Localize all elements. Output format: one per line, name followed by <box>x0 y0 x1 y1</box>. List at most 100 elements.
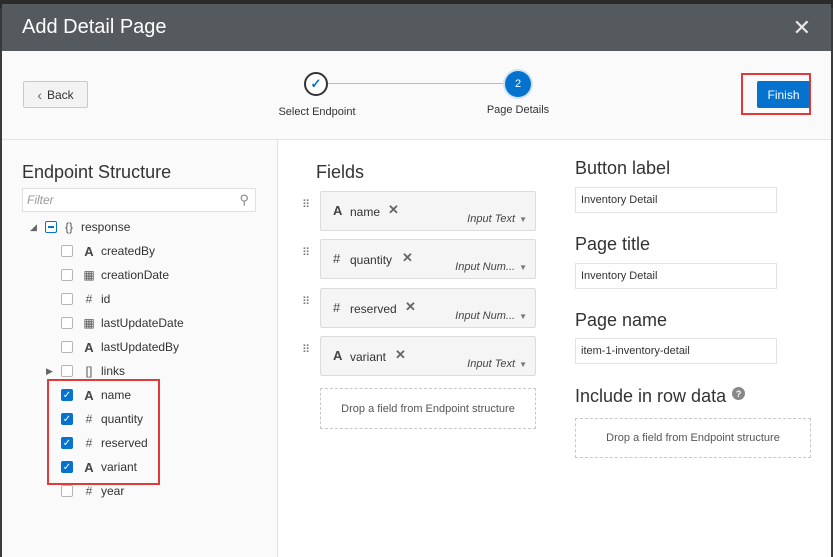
object-icon: {} <box>64 220 73 234</box>
checkbox-year[interactable] <box>61 485 73 497</box>
number-type-icon: # <box>85 292 93 306</box>
selected-fields-highlight-box <box>47 379 160 485</box>
filter-placeholder: Filter <box>27 193 54 207</box>
tree-item-creationdate[interactable]: ▦ creationDate <box>61 265 169 285</box>
dialog-title: Add Detail Page <box>22 16 167 38</box>
tree-item-label: id <box>101 292 111 306</box>
step-page-details-label[interactable]: Page Details <box>475 104 561 116</box>
back-button[interactable]: ‹ Back <box>23 81 88 108</box>
tree-item-label: creationDate <box>101 268 170 282</box>
search-icon[interactable]: ⚲ <box>239 192 249 208</box>
text-type-icon: A <box>84 339 94 355</box>
field-row-variant: ⠿ A variant ✕ Input Text ▼ <box>302 336 538 376</box>
collapse-icon[interactable]: ◢ <box>30 222 40 233</box>
field-type-select[interactable]: Input Num... ▼ <box>455 310 527 322</box>
tree-item-label: lastUpdateDate <box>101 316 184 330</box>
remove-icon[interactable]: ✕ <box>388 202 399 218</box>
checkmark-icon: ✓ <box>310 76 322 91</box>
field-name: name <box>350 205 381 219</box>
field-type-value: Input Text <box>467 358 516 370</box>
field-type-select[interactable]: Input Text ▼ <box>467 358 527 370</box>
text-type-icon: A <box>84 243 94 259</box>
tree-item-createdby[interactable]: A createdBy <box>61 241 155 261</box>
calendar-icon: ▦ <box>83 316 95 330</box>
tree-item-lastupdatedate[interactable]: ▦ lastUpdateDate <box>61 313 184 333</box>
chevron-left-icon: ‹ <box>37 86 42 103</box>
page-name-input[interactable]: item-1-inventory-detail <box>575 338 777 364</box>
field-card-reserved[interactable]: # reserved ✕ Input Num... ▼ <box>320 288 536 328</box>
tree-item-id[interactable]: # id <box>61 289 110 309</box>
step-number: 2 <box>514 78 522 90</box>
fields-heading: Fields <box>316 162 365 182</box>
finish-button[interactable]: Finish <box>757 81 810 108</box>
tree-root-response[interactable]: ◢ {} response <box>30 217 130 237</box>
number-type-icon: # <box>333 251 341 266</box>
remove-icon[interactable]: ✕ <box>402 250 413 266</box>
help-icon[interactable]: ? <box>732 387 746 400</box>
page-name-heading: Page name <box>575 310 668 330</box>
button-label-heading: Button label <box>575 158 671 178</box>
fields-dropzone[interactable]: Drop a field from Endpoint structure <box>320 388 536 429</box>
page-title-heading: Page title <box>575 234 651 254</box>
calendar-icon: ▦ <box>83 268 95 282</box>
step-select-endpoint-label[interactable]: Select Endpoint <box>270 106 364 118</box>
finish-highlight-box: Finish <box>741 73 811 115</box>
checkbox-response[interactable] <box>45 221 57 233</box>
field-name: quantity <box>350 253 393 267</box>
filter-input[interactable]: Filter ⚲ <box>22 188 256 212</box>
checkbox-lastupdatedby[interactable] <box>61 341 73 353</box>
checkbox-createdby[interactable] <box>61 245 73 257</box>
tree-item-lastupdatedby[interactable]: A lastUpdatedBy <box>61 337 179 357</box>
chevron-down-icon: ▼ <box>519 263 527 272</box>
field-type-select[interactable]: Input Text ▼ <box>467 213 527 225</box>
checkbox-lastupdatedate[interactable] <box>61 317 73 329</box>
field-type-select[interactable]: Input Num... ▼ <box>455 261 527 273</box>
step-page-details-marker[interactable]: 2 <box>505 71 531 97</box>
row-data-heading: Include in row data? <box>575 386 746 407</box>
drag-handle-icon[interactable]: ⠿ <box>302 200 310 211</box>
field-row-quantity: ⠿ # quantity ✕ Input Num... ▼ <box>302 239 538 279</box>
page-title-input[interactable]: Inventory Detail <box>575 263 777 289</box>
tree-item-label: response <box>81 220 131 234</box>
chevron-down-icon: ▼ <box>519 215 527 224</box>
drag-handle-icon[interactable]: ⠿ <box>302 248 310 259</box>
remove-icon[interactable]: ✕ <box>395 347 406 363</box>
chevron-down-icon: ▼ <box>519 312 527 321</box>
row-data-dropzone[interactable]: Drop a field from Endpoint structure <box>575 418 811 458</box>
checkbox-creationdate[interactable] <box>61 269 73 281</box>
wizard-train: ‹ Back ✓ 2 Select Endpoint Page Details <box>2 51 831 140</box>
drag-handle-icon[interactable]: ⠿ <box>302 297 310 308</box>
close-icon[interactable]: ✕ <box>793 16 811 39</box>
tree-item-label: year <box>101 484 125 498</box>
field-card-variant[interactable]: A variant ✕ Input Text ▼ <box>320 336 536 376</box>
text-type-icon: A <box>333 203 343 218</box>
checkbox-links[interactable] <box>61 365 73 377</box>
expand-icon[interactable]: ▶ <box>46 366 56 377</box>
endpoint-structure-heading: Endpoint Structure <box>22 162 172 182</box>
remove-icon[interactable]: ✕ <box>405 299 416 315</box>
train-connector <box>328 83 506 84</box>
chevron-down-icon: ▼ <box>519 360 527 369</box>
array-icon: [] <box>85 364 93 378</box>
number-type-icon: # <box>85 484 93 498</box>
button-label-input[interactable]: Inventory Detail <box>575 187 777 213</box>
tree-item-links[interactable]: ▶ [] links <box>46 361 125 381</box>
field-name: reserved <box>350 302 397 316</box>
field-type-value: Input Num... <box>455 310 516 322</box>
field-type-value: Input Num... <box>455 261 516 273</box>
field-name: variant <box>350 350 387 364</box>
tree-item-label: lastUpdatedBy <box>101 340 180 354</box>
back-button-label: Back <box>46 87 74 102</box>
drag-handle-icon[interactable]: ⠿ <box>302 345 310 356</box>
dialog-titlebar: Add Detail Page ✕ <box>2 4 831 51</box>
text-type-icon: A <box>333 348 343 363</box>
field-row-name: ⠿ A name ✕ Input Text ▼ <box>302 191 538 231</box>
tree-item-label: createdBy <box>101 244 156 258</box>
field-card-quantity[interactable]: # quantity ✕ Input Num... ▼ <box>320 239 536 279</box>
number-type-icon: # <box>333 300 341 315</box>
field-card-name[interactable]: A name ✕ Input Text ▼ <box>320 191 536 231</box>
field-type-value: Input Text <box>467 213 516 225</box>
checkbox-id[interactable] <box>61 293 73 305</box>
row-data-heading-text: Include in row data <box>575 386 727 406</box>
step-select-endpoint-marker[interactable]: ✓ <box>304 72 328 96</box>
